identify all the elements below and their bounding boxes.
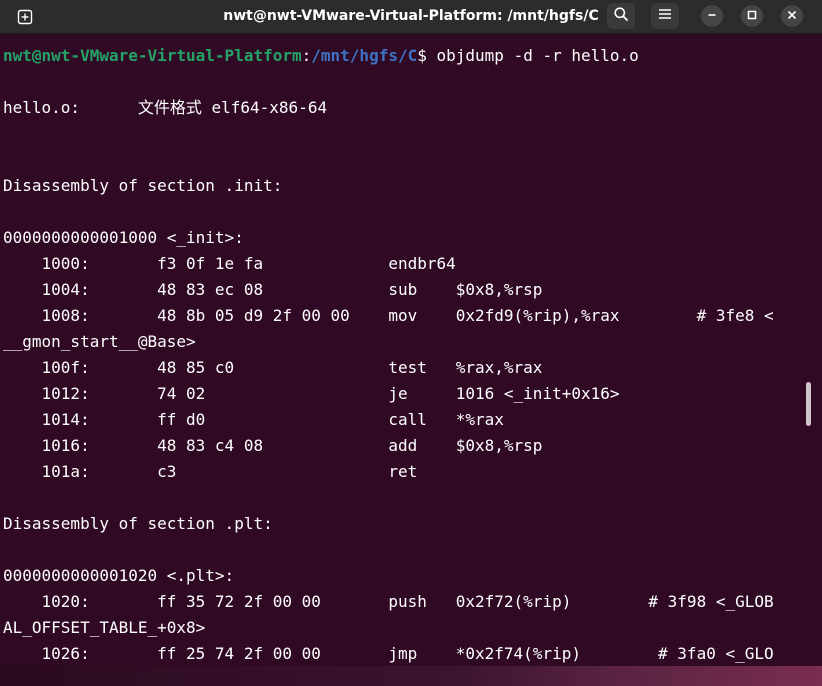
output-line: 1004: 48 83 ec 08 sub $0x8,%rsp <box>3 280 543 299</box>
scrollbar-thumb[interactable] <box>806 382 811 426</box>
minimize-button[interactable] <box>701 5 723 27</box>
close-icon <box>787 7 797 25</box>
output-line: 100f: 48 85 c0 test %rax,%rax <box>3 358 543 377</box>
output-line: 1020: ff 35 72 2f 00 00 push 0x2f72(%rip… <box>3 592 774 611</box>
terminal-window: nwt@nwt-VMware-Virtual-Platform: /mnt/hg… <box>0 0 822 666</box>
new-tab-icon <box>17 9 33 25</box>
close-button[interactable] <box>781 5 803 27</box>
output-line: 1016: 48 83 c4 08 add $0x8,%rsp <box>3 436 543 455</box>
search-button[interactable] <box>607 3 635 29</box>
output-line: 101a: c3 ret <box>3 462 418 481</box>
prompt-separator: : <box>301 46 312 65</box>
window-title: nwt@nwt-VMware-Virtual-Platform: /mnt/hg… <box>223 8 599 24</box>
desktop-background <box>0 666 822 686</box>
output-line: hello.o: 文件格式 elf64-x86-64 <box>3 98 328 117</box>
hamburger-menu-icon <box>658 7 672 26</box>
output-line: Disassembly of section .plt: <box>3 514 273 533</box>
prompt-user-host: nwt@nwt-VMware-Virtual-Platform <box>3 46 302 65</box>
new-tab-button[interactable] <box>14 6 36 28</box>
output-line: 1026: ff 25 74 2f 00 00 jmp *0x2f74(%rip… <box>3 644 774 663</box>
menu-button[interactable] <box>651 3 679 29</box>
minimize-icon <box>707 7 717 25</box>
output-line: 0000000000001020 <.plt>: <box>3 566 235 585</box>
prompt-command: objdump -d -r hello.o <box>436 46 639 65</box>
terminal-output[interactable]: nwt@nwt-VMware-Virtual-Platform:/mnt/hgf… <box>0 34 808 666</box>
prompt-symbol: $ <box>417 46 437 65</box>
output-line: 1014: ff d0 call *%rax <box>3 410 504 429</box>
output-line: __gmon_start__@Base> <box>3 332 196 351</box>
output-line: 1012: 74 02 je 1016 <_init+0x16> <box>3 384 620 403</box>
output-line: 1000: f3 0f 1e fa endbr64 <box>3 254 456 273</box>
output-line: AL_OFFSET_TABLE_+0x8> <box>3 618 206 637</box>
search-icon <box>613 6 629 27</box>
output-line: Disassembly of section .init: <box>3 176 283 195</box>
maximize-button[interactable] <box>741 5 763 27</box>
output-line: 0000000000001000 <_init>: <box>3 228 244 247</box>
prompt-line: nwt@nwt-VMware-Virtual-Platform:/mnt/hgf… <box>3 43 639 69</box>
maximize-icon <box>747 7 757 25</box>
title-bar[interactable]: nwt@nwt-VMware-Virtual-Platform: /mnt/hg… <box>0 0 822 34</box>
output-line: 1008: 48 8b 05 d9 2f 00 00 mov 0x2fd9(%r… <box>3 306 774 325</box>
prompt-path: /mnt/hgfs/C <box>311 46 418 65</box>
